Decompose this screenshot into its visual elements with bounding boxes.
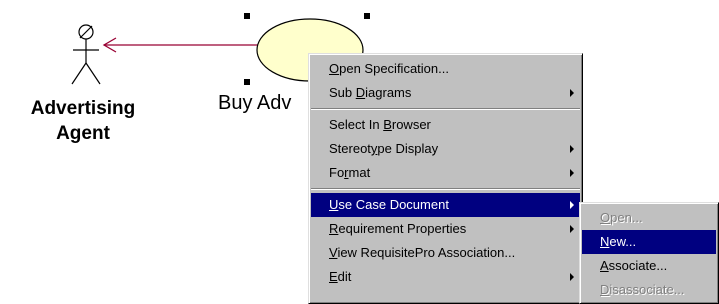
selection-handle[interactable]: [364, 13, 370, 19]
submenu-item-disassociate[interactable]: Disassociate...: [582, 278, 716, 302]
association-line[interactable]: [102, 37, 262, 53]
actor-label-line2: Agent: [56, 123, 110, 144]
diagram-canvas[interactable]: Advertising Agent Buy Adv Open Specifica…: [0, 0, 719, 304]
menu-item-open-specification[interactable]: Open Specification...: [311, 57, 580, 81]
submenu-item-new[interactable]: New...: [582, 230, 716, 254]
menu-item-select-in-browser[interactable]: Select In Browser: [311, 113, 580, 137]
menu-item-stereotype-display[interactable]: Stereotype Display: [311, 137, 580, 161]
use-case-label: Buy Adv: [218, 92, 292, 114]
menu-separator: [311, 108, 580, 110]
submenu-arrow-icon: [570, 145, 574, 153]
menu-item-view-requisitepro-association[interactable]: View RequisitePro Association...: [311, 241, 580, 265]
selection-handle[interactable]: [244, 79, 250, 85]
context-menu: Open Specification... Sub Diagrams Selec…: [308, 53, 583, 304]
menu-item-sub-diagrams[interactable]: Sub Diagrams: [311, 81, 580, 105]
submenu-arrow-icon: [570, 201, 574, 209]
actor-figure[interactable]: [71, 24, 101, 85]
menu-item-format[interactable]: Format: [311, 161, 580, 185]
submenu-arrow-icon: [570, 169, 574, 177]
submenu-item-associate[interactable]: Associate...: [582, 254, 716, 278]
menu-item-requirement-properties[interactable]: Requirement Properties: [311, 217, 580, 241]
selection-handle[interactable]: [244, 13, 250, 19]
menu-item-edit[interactable]: Edit: [311, 265, 580, 289]
submenu-arrow-icon: [570, 273, 574, 281]
use-case-document-submenu: Open... New... Associate... Disassociate…: [579, 202, 719, 304]
submenu-arrow-icon: [570, 89, 574, 97]
menu-separator: [311, 188, 580, 190]
menu-item-use-case-document[interactable]: Use Case Document: [311, 193, 580, 217]
actor-label-line1: Advertising: [30, 98, 136, 119]
submenu-item-open[interactable]: Open...: [582, 206, 716, 230]
submenu-arrow-icon: [570, 225, 574, 233]
